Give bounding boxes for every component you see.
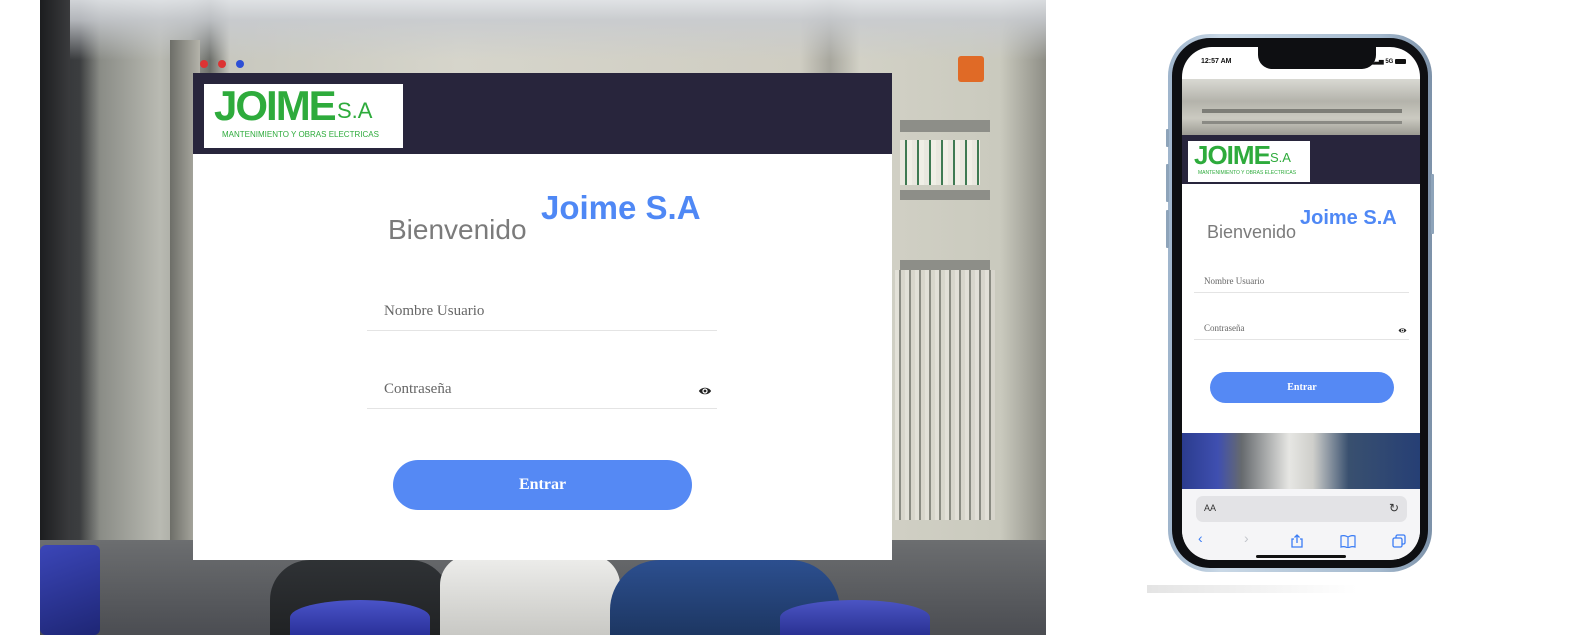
password-field[interactable]: Contraseña — [367, 371, 717, 409]
phone-submit-button[interactable]: Entrar — [1210, 372, 1394, 403]
brand-heading: Joime S.A — [541, 189, 701, 226]
login-card: JOIME S.A MANTENIMIENTO Y OBRAS ELECTRIC… — [193, 73, 892, 560]
company-logo: JOIME S.A MANTENIMIENTO Y OBRAS ELECTRIC… — [204, 82, 403, 148]
logo-wordmark: JOIME — [214, 82, 337, 129]
phone-username-placeholder: Nombre Usuario — [1204, 276, 1265, 286]
back-icon[interactable]: ‹ — [1198, 530, 1203, 546]
logo-tagline: MANTENIMIENTO Y OBRAS ELECTRICAS — [222, 130, 379, 139]
phone-background-photo-top — [1182, 79, 1420, 135]
welcome-heading: Bienvenido — [388, 214, 527, 245]
show-password-icon[interactable] — [698, 384, 712, 398]
volume-up-button — [1166, 164, 1169, 202]
login-header: JOIME S.A MANTENIMIENTO Y OBRAS ELECTRIC… — [193, 73, 892, 154]
phone-show-password-icon[interactable] — [1398, 326, 1407, 335]
volume-down-button — [1166, 210, 1169, 248]
status-network: ▂▃▅ 5G — [1370, 58, 1406, 65]
browser-address-bar[interactable]: AA ↻ — [1196, 496, 1407, 522]
tabs-icon[interactable] — [1392, 534, 1406, 548]
phone-screen: 12:57 AM ▂▃▅ 5G JOIME S.A MANTENIMIENTO … — [1182, 47, 1420, 560]
browser-toolbar: AA ↻ ‹ › — [1182, 489, 1420, 560]
logo-suffix: S.A — [337, 98, 373, 123]
phone-username-field[interactable]: Nombre Usuario — [1194, 271, 1409, 293]
reload-icon[interactable]: ↻ — [1389, 501, 1399, 515]
phone-frame: 12:57 AM ▂▃▅ 5G JOIME S.A MANTENIMIENTO … — [1166, 34, 1434, 572]
username-field[interactable]: Nombre Usuario — [367, 293, 717, 331]
power-button — [1431, 174, 1434, 234]
password-placeholder: Contraseña — [384, 381, 452, 397]
bookmarks-icon[interactable] — [1340, 535, 1356, 548]
phone-logo-wordmark: JOIME — [1194, 140, 1271, 170]
signal-icon: ▂▃▅ — [1369, 59, 1384, 65]
phone-background-photo-bottom — [1182, 433, 1420, 489]
username-placeholder: Nombre Usuario — [384, 303, 485, 319]
phone-login-header: JOIME S.A MANTENIMIENTO Y OBRAS ELECTRIC… — [1182, 135, 1420, 184]
battery-icon — [1395, 58, 1406, 64]
phone-welcome-heading: Bienvenido — [1207, 222, 1297, 242]
phone-logo-suffix: S.A — [1270, 150, 1291, 165]
phone-password-field[interactable]: Contraseña — [1194, 318, 1409, 340]
phone-logo-tagline: MANTENIMIENTO Y OBRAS ELECTRICAS — [1198, 170, 1297, 176]
share-icon[interactable] — [1290, 534, 1304, 548]
phone-brand-heading: Joime S.A — [1300, 207, 1397, 229]
notch — [1258, 47, 1376, 69]
status-time: 12:57 AM — [1201, 58, 1232, 65]
submit-button[interactable]: Entrar — [393, 460, 692, 510]
mockup-stage: JOIME S.A MANTENIMIENTO Y OBRAS ELECTRIC… — [0, 0, 1571, 635]
forward-icon[interactable]: › — [1244, 530, 1249, 546]
phone-password-placeholder: Contraseña — [1204, 323, 1245, 333]
phone-company-logo: JOIME S.A MANTENIMIENTO Y OBRAS ELECTRIC… — [1188, 140, 1310, 182]
text-size-button[interactable]: AA — [1204, 503, 1216, 513]
silent-switch — [1166, 129, 1169, 147]
home-indicator — [1256, 555, 1346, 558]
